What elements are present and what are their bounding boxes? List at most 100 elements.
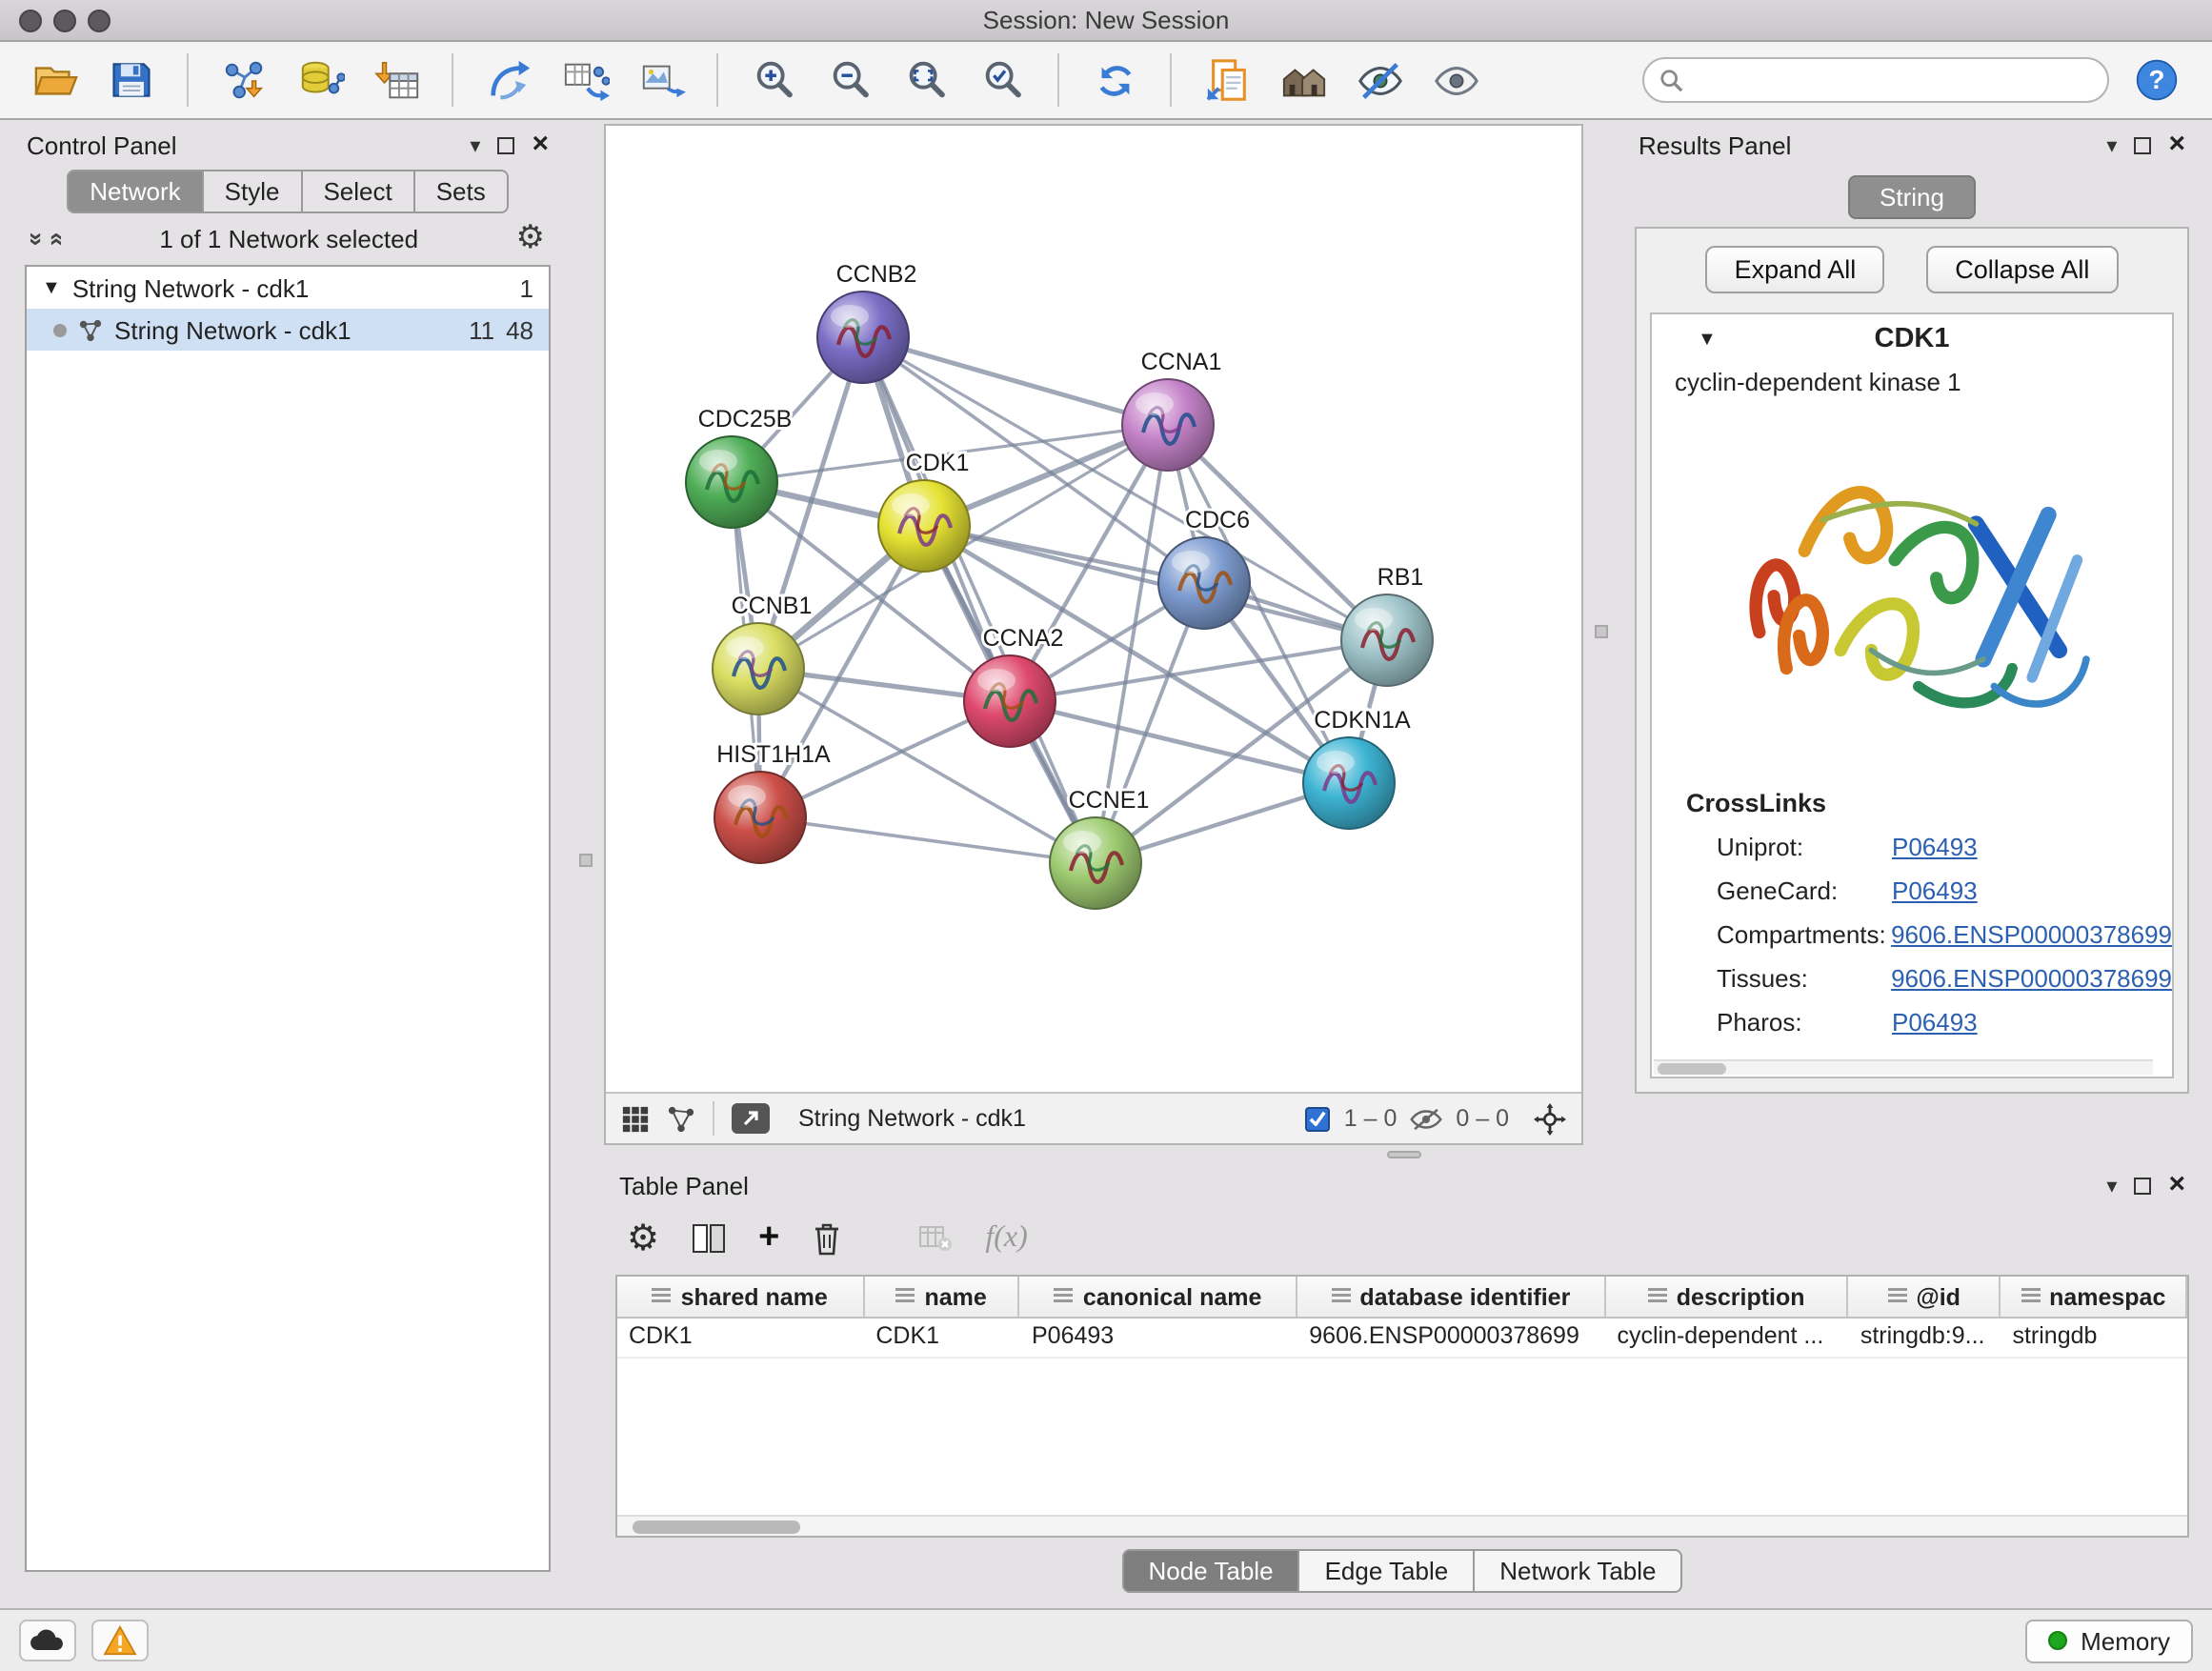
tab-style[interactable]: Style [204, 170, 303, 213]
zoom-window-button[interactable] [88, 10, 111, 32]
left-splitter-handle[interactable] [579, 854, 593, 867]
first-neighbors-button[interactable] [1275, 50, 1332, 111]
crosslink-link[interactable]: 9606.ENSP00000378699 [1891, 920, 2172, 949]
column-header-shared-name[interactable]: shared name [617, 1277, 864, 1317]
network-row-selected[interactable]: String Network - cdk1 11 48 [27, 309, 549, 351]
panel-float-icon[interactable] [2134, 1177, 2151, 1194]
new-network-button[interactable] [480, 50, 537, 111]
zoom-selected-button[interactable] [974, 50, 1031, 111]
network-options-gear-icon[interactable]: ⚙ [516, 219, 546, 257]
network-node-CDC25B[interactable]: CDC25B [686, 406, 792, 528]
new-network-view-button[interactable] [633, 50, 690, 111]
save-session-button[interactable] [103, 50, 160, 111]
gene-description: cyclin-dependent kinase 1 [1652, 364, 2172, 396]
tab-node-table[interactable]: Node Table [1121, 1549, 1299, 1593]
fit-selection-crosshair-icon[interactable] [1534, 1102, 1566, 1135]
network-node-CDKN1A[interactable]: CDKN1A [1303, 707, 1411, 829]
network-node-CDC6[interactable]: CDC6 [1158, 507, 1250, 629]
crosslink-row: Pharos:P06493 [1652, 1000, 2172, 1044]
network-edge[interactable] [924, 526, 1387, 640]
panel-close-icon[interactable]: × [2168, 135, 2185, 154]
network-node-CDK1[interactable]: CDK1 [878, 450, 970, 572]
selected-nodes-checkbox-icon[interactable] [1306, 1106, 1331, 1131]
current-network-dot-icon [53, 323, 67, 336]
search-field[interactable] [1642, 57, 2109, 103]
crosslink-link[interactable]: 9606.ENSP00000378699 [1891, 964, 2172, 993]
birds-eye-view-icon[interactable] [667, 1104, 695, 1133]
zoom-in-button[interactable] [745, 50, 802, 111]
crosslink-link[interactable]: P06493 [1892, 876, 1978, 905]
right-splitter-handle[interactable] [1595, 625, 1608, 638]
panel-close-icon[interactable]: × [532, 135, 549, 154]
open-session-button[interactable] [27, 50, 84, 111]
gene-section-caret-icon[interactable]: ▼ [1698, 330, 1717, 351]
column-sort-icon [653, 1288, 672, 1305]
memory-button[interactable]: Memory [2025, 1619, 2193, 1662]
new-network-from-table-button[interactable] [556, 50, 613, 111]
help-button[interactable]: ? [2128, 50, 2185, 111]
network-collection-row[interactable]: ▼ String Network - cdk1 1 [27, 267, 549, 309]
hide-selected-button[interactable] [1351, 50, 1408, 111]
apply-layout-button[interactable] [1086, 50, 1143, 111]
network-edge[interactable] [863, 337, 1168, 425]
import-network-from-file-button[interactable] [215, 50, 272, 111]
column-header-database-identifier[interactable]: database identifier [1297, 1277, 1605, 1317]
import-table-button[interactable] [368, 50, 425, 111]
collection-caret-icon[interactable]: ▼ [42, 277, 61, 298]
zoom-fit-button[interactable] [897, 50, 955, 111]
create-column-icon[interactable]: + [758, 1221, 779, 1256]
import-network-from-database-button[interactable] [292, 50, 349, 111]
string-results-tab[interactable]: String [1847, 175, 1977, 219]
table-row[interactable]: CDK1CDK1P064939606.ENSP00000378699cyclin… [617, 1319, 2187, 1359]
hidden-eye-icon[interactable] [1410, 1106, 1442, 1131]
tab-select[interactable]: Select [302, 170, 414, 213]
expand-all-button[interactable]: Expand All [1706, 246, 1885, 293]
panel-float-icon[interactable] [497, 136, 514, 153]
crosslink-link[interactable]: P06493 [1892, 833, 1978, 861]
memory-status-dot-icon [2048, 1631, 2067, 1650]
warnings-button[interactable] [91, 1620, 149, 1661]
table-options-gear-icon[interactable]: ⚙ [627, 1217, 659, 1260]
import-table-disabled-icon [918, 1223, 953, 1254]
bottom-splitter-handle[interactable] [1387, 1151, 1421, 1158]
collapse-all-button[interactable]: Collapse All [1926, 246, 2118, 293]
detach-view-icon[interactable] [732, 1103, 770, 1134]
collapse-all-networks-icon[interactable]: » [41, 232, 70, 245]
close-window-button[interactable] [19, 10, 42, 32]
column-header-description[interactable]: description [1605, 1277, 1848, 1317]
show-all-button[interactable] [1427, 50, 1484, 111]
grid-mode-icon[interactable] [621, 1104, 650, 1133]
minimize-window-button[interactable] [53, 10, 76, 32]
network-canvas[interactable]: CCNB2CCNA1CDC25BCDK1CDC6RB1CCNB1CCNA2CDK… [606, 126, 1581, 1092]
panel-float-icon[interactable] [2134, 136, 2151, 153]
tab-edge-table[interactable]: Edge Table [1300, 1549, 1476, 1593]
cloud-status-button[interactable] [19, 1620, 76, 1661]
network-edge[interactable] [760, 817, 1096, 863]
search-input[interactable] [1696, 67, 2092, 93]
zoom-out-button[interactable] [821, 50, 878, 111]
panel-menu-icon[interactable]: ▾ [2106, 1173, 2117, 1198]
results-hscrollbar[interactable] [1654, 1059, 2153, 1075]
network-node-HIST1H1A[interactable]: HIST1H1A [714, 741, 831, 863]
panel-close-icon[interactable]: × [2168, 1176, 2185, 1195]
panel-menu-icon[interactable]: ▾ [470, 132, 480, 157]
tab-network[interactable]: Network [67, 170, 203, 213]
panel-menu-icon[interactable]: ▾ [2106, 132, 2117, 157]
delete-column-trash-icon[interactable] [812, 1221, 842, 1256]
tab-network-table[interactable]: Network Table [1475, 1549, 1682, 1593]
network-view-icon [637, 56, 685, 104]
network-node-CCNA1[interactable]: CCNA1 [1122, 349, 1221, 471]
network-node-CCNB1[interactable]: CCNB1 [713, 593, 812, 715]
tab-sets[interactable]: Sets [415, 170, 509, 213]
column-header-@id[interactable]: @id [1849, 1277, 2001, 1317]
copy-annotations-button[interactable] [1198, 50, 1256, 111]
column-sort-icon [1887, 1288, 1906, 1305]
network-edge[interactable] [863, 337, 1096, 863]
column-header-name[interactable]: name [864, 1277, 1020, 1317]
network-node-RB1[interactable]: RB1 [1341, 564, 1433, 686]
column-header-namespac[interactable]: namespac [2001, 1277, 2187, 1317]
column-header-canonical-name[interactable]: canonical name [1020, 1277, 1297, 1317]
crosslink-link[interactable]: P06493 [1892, 1008, 1978, 1037]
table-hscrollbar[interactable] [617, 1515, 2187, 1536]
show-columns-icon[interactable] [692, 1223, 726, 1254]
